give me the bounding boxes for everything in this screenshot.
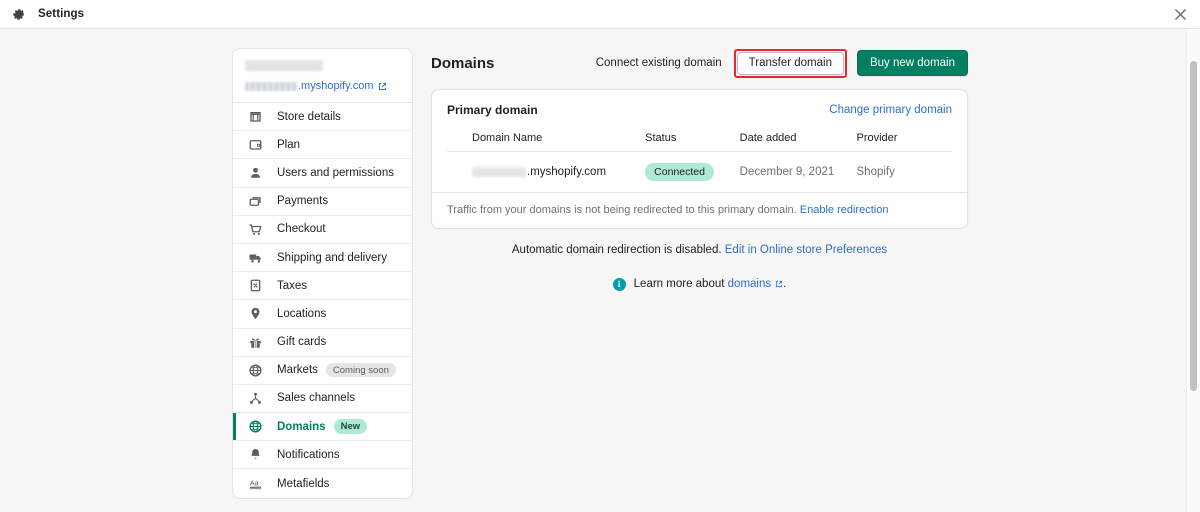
scrollbar-track[interactable] bbox=[1186, 29, 1200, 512]
domain-prefix-redacted bbox=[472, 167, 526, 177]
auto-redirection-note: Automatic domain redirection is disabled… bbox=[431, 244, 968, 256]
sidebar-item-payments[interactable]: Payments bbox=[233, 188, 412, 216]
header-actions: Connect existing domain Transfer domain … bbox=[596, 49, 968, 78]
cart-icon bbox=[247, 221, 263, 237]
store-domain-suffix: .myshopify.com bbox=[298, 80, 374, 92]
svg-text:Aa: Aa bbox=[249, 479, 258, 487]
store-domain-link[interactable]: .myshopify.com bbox=[245, 80, 400, 92]
location-pin-icon bbox=[247, 306, 263, 322]
transfer-domain-highlight: Transfer domain bbox=[734, 49, 847, 78]
sidebar-item-label: Markets bbox=[277, 364, 318, 376]
sidebar-item-label: Shipping and delivery bbox=[277, 252, 387, 264]
transfer-domain-button[interactable]: Transfer domain bbox=[737, 52, 844, 75]
domains-help-link[interactable]: domains bbox=[728, 278, 771, 290]
sidebar-item-label: Checkout bbox=[277, 223, 326, 235]
main-header: Domains Connect existing domain Transfer… bbox=[431, 48, 968, 78]
column-header-date-added: Date added bbox=[740, 117, 857, 152]
external-link-icon bbox=[378, 82, 387, 91]
settings-sidebar: .myshopify.com Store details Plan Users an… bbox=[232, 48, 413, 499]
gear-icon[interactable] bbox=[11, 7, 26, 22]
sidebar-item-locations[interactable]: Locations bbox=[233, 300, 412, 328]
sidebar-item-sales-channels[interactable]: Sales channels bbox=[233, 385, 412, 413]
truck-icon bbox=[247, 250, 263, 266]
payments-icon bbox=[247, 193, 263, 209]
sidebar-nav-list: Store details Plan Users and permissions Pa… bbox=[233, 103, 412, 498]
card-title: Primary domain bbox=[447, 103, 538, 117]
channels-icon bbox=[247, 390, 263, 406]
cell-date-added: December 9, 2021 bbox=[740, 152, 857, 192]
sidebar-item-plan[interactable]: Plan bbox=[233, 131, 412, 159]
sidebar-item-label: Taxes bbox=[277, 280, 307, 292]
user-icon bbox=[247, 165, 263, 181]
sidebar-item-taxes[interactable]: Taxes bbox=[233, 272, 412, 300]
learn-more-row: i Learn more about domains. bbox=[431, 278, 968, 291]
sidebar-item-shipping-and-delivery[interactable]: Shipping and delivery bbox=[233, 244, 412, 272]
auto-redirection-text: Automatic domain redirection is disabled… bbox=[512, 244, 722, 256]
card-header: Primary domain Change primary domain bbox=[432, 90, 967, 117]
sidebar-item-markets[interactable]: Markets Coming soon bbox=[233, 357, 412, 385]
status-badge: Connected bbox=[645, 163, 714, 181]
learn-more-prefix: Learn more about bbox=[634, 278, 725, 290]
sidebar-item-label: Payments bbox=[277, 195, 328, 207]
domains-globe-icon bbox=[247, 419, 263, 435]
redirect-notice-text: Traffic from your domains is not being r… bbox=[447, 204, 797, 216]
domain-suffix: .myshopify.com bbox=[527, 166, 606, 178]
receipt-icon bbox=[247, 278, 263, 294]
sidebar-item-metafields[interactable]: Aa Metafields bbox=[233, 469, 412, 497]
sidebar-item-gift-cards[interactable]: Gift cards bbox=[233, 329, 412, 357]
change-primary-domain-link[interactable]: Change primary domain bbox=[829, 104, 952, 116]
sidebar-item-badge: New bbox=[334, 419, 368, 433]
sidebar-item-label: Plan bbox=[277, 139, 300, 151]
page-body: .myshopify.com Store details Plan Users an… bbox=[0, 29, 1200, 512]
primary-domain-card: Primary domain Change primary domain Dom… bbox=[431, 89, 968, 229]
sidebar-item-users-and-permissions[interactable]: Users and permissions bbox=[233, 159, 412, 187]
sidebar-store-header: .myshopify.com bbox=[233, 49, 412, 103]
sidebar-item-label: Notifications bbox=[277, 449, 340, 461]
column-header-provider: Provider bbox=[857, 117, 953, 152]
info-icon: i bbox=[613, 278, 626, 291]
topbar-title: Settings bbox=[38, 8, 84, 20]
top-bar: Settings bbox=[0, 0, 1200, 29]
wallet-icon bbox=[247, 137, 263, 153]
sidebar-item-label: Users and permissions bbox=[277, 167, 394, 179]
metafields-icon: Aa bbox=[247, 476, 263, 492]
learn-more-suffix: . bbox=[783, 278, 786, 290]
store-domain-prefix-redacted bbox=[245, 82, 297, 91]
enable-redirection-link[interactable]: Enable redirection bbox=[800, 204, 889, 216]
domains-table: Domain Name Status Date added Provider .… bbox=[447, 117, 952, 192]
gift-icon bbox=[247, 334, 263, 350]
sidebar-item-label: Metafields bbox=[277, 478, 329, 490]
cell-status: Connected bbox=[645, 152, 740, 192]
main-content: Domains Connect existing domain Transfer… bbox=[431, 48, 968, 291]
table-body: .myshopify.com Connected December 9, 2021S… bbox=[447, 152, 952, 192]
sidebar-item-badge: Coming soon bbox=[326, 363, 396, 377]
column-header-status: Status bbox=[645, 117, 740, 152]
close-icon[interactable] bbox=[1171, 5, 1189, 23]
sidebar-item-store-details[interactable]: Store details bbox=[233, 103, 412, 131]
table-row[interactable]: .myshopify.com Connected December 9, 2021S… bbox=[447, 152, 952, 192]
connect-existing-domain-button[interactable]: Connect existing domain bbox=[596, 57, 722, 69]
sidebar-item-label: Store details bbox=[277, 111, 341, 123]
column-header-domain-name: Domain Name bbox=[447, 117, 645, 152]
store-icon bbox=[247, 109, 263, 125]
table-header-row: Domain Name Status Date added Provider bbox=[447, 117, 952, 152]
external-link-icon bbox=[775, 280, 783, 288]
cell-domain-name: .myshopify.com bbox=[447, 152, 645, 192]
redirect-notice: Traffic from your domains is not being r… bbox=[432, 192, 967, 228]
sidebar-item-checkout[interactable]: Checkout bbox=[233, 216, 412, 244]
sidebar-item-label: Locations bbox=[277, 308, 326, 320]
page-title: Domains bbox=[431, 55, 494, 72]
sidebar-item-domains[interactable]: Domains New bbox=[233, 413, 412, 441]
sidebar-item-notifications[interactable]: Notifications bbox=[233, 441, 412, 469]
sidebar-item-label: Domains bbox=[277, 421, 326, 433]
bell-icon bbox=[247, 447, 263, 463]
scrollbar-thumb[interactable] bbox=[1190, 61, 1197, 391]
edit-online-store-preferences-link[interactable]: Edit in Online store Preferences bbox=[725, 244, 887, 256]
sidebar-item-label: Sales channels bbox=[277, 392, 355, 404]
buy-new-domain-button[interactable]: Buy new domain bbox=[857, 50, 968, 76]
cell-provider: Shopify bbox=[857, 152, 953, 192]
sidebar-item-label: Gift cards bbox=[277, 336, 326, 348]
store-name-redacted bbox=[245, 60, 323, 71]
globe-icon bbox=[247, 362, 263, 378]
